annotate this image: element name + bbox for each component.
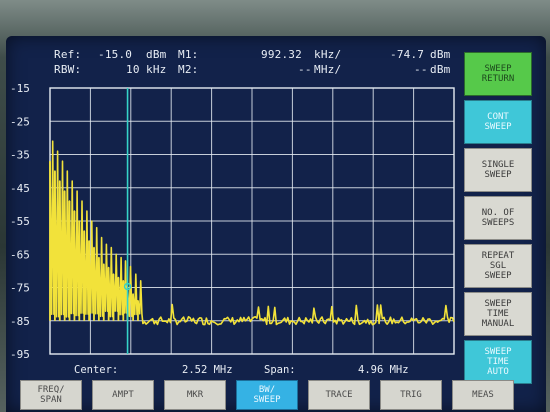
menu-key-freq-span[interactable]: FREQ/SPAN	[20, 380, 82, 410]
menu-key-label-line: TRIG	[400, 390, 422, 400]
y-tick-label: -85	[10, 315, 30, 328]
span-label: Span:	[264, 364, 296, 376]
menu-key-label-line: FREQ/	[37, 385, 65, 395]
softkey-cont-sweep[interactable]: CONT SWEEP	[464, 100, 532, 144]
center-value: 2.52 MHz	[182, 364, 233, 376]
menu-key-label-line: SWEEP	[253, 395, 281, 405]
softkey-label-line: REPEAT	[481, 251, 515, 261]
y-tick-label: -55	[10, 215, 30, 228]
softkey-label-line: SWEEP	[484, 299, 512, 309]
softkey-label-line: TIME	[487, 309, 509, 319]
y-tick-label: -75	[10, 282, 30, 295]
menu-key-label-line: TRACE	[325, 390, 353, 400]
menu-key-mkr[interactable]: MKR	[164, 380, 226, 410]
bottom-menu: FREQ/SPAN AMPT MKR BW/SWEEP TRACE TRIG MEAS	[20, 380, 536, 412]
softkey-label-line: SWEEP	[484, 64, 512, 74]
menu-key-label-line: SPAN	[40, 395, 62, 405]
softkey-label-line: SWEEPS	[481, 218, 515, 228]
y-tick-label: -45	[10, 182, 30, 195]
menu-key-trace[interactable]: TRACE	[308, 380, 370, 410]
softkey-repeat-sgl-sweep[interactable]: REPEAT SGL SWEEP	[464, 244, 532, 288]
menu-key-meas[interactable]: MEAS	[452, 380, 514, 410]
menu-key-trig[interactable]: TRIG	[380, 380, 442, 410]
softkey-label-line: SINGLE	[481, 160, 515, 170]
softkey-sweep-time-manual[interactable]: SWEEP TIME MANUAL	[464, 292, 532, 336]
y-tick-label: -65	[10, 248, 30, 261]
softkey-label-line: RETURN	[481, 74, 515, 84]
y-tick-label: -35	[10, 149, 30, 162]
y-tick-label: -95	[10, 348, 30, 361]
span-value: 4.96 MHz	[358, 364, 409, 376]
softkey-label-line: AUTO	[487, 367, 509, 377]
center-label: Center:	[74, 364, 119, 376]
softkey-sweep-time-auto[interactable]: SWEEP TIME AUTO	[464, 340, 532, 384]
softkey-label-line: MANUAL	[481, 319, 515, 329]
menu-key-ampt[interactable]: AMPT	[92, 380, 154, 410]
menu-key-label-line: AMPT	[112, 390, 134, 400]
y-tick-label: -15	[10, 82, 30, 95]
softkey-label-line: CONT	[487, 112, 509, 122]
softkey-label-line: SWEEP	[484, 122, 512, 132]
softkey-single-sweep[interactable]: SINGLE SWEEP	[464, 148, 532, 192]
menu-key-bw-sweep[interactable]: BW/SWEEP	[236, 380, 298, 410]
y-axis-labels: -15 -25 -35 -45 -55 -65 -75 -85 -95	[10, 82, 30, 361]
menu-key-label-line: MEAS	[472, 390, 494, 400]
softkey-label-line: SWEEP	[484, 347, 512, 357]
softkey-no-of-sweeps[interactable]: NO. OF SWEEPS	[464, 196, 532, 240]
softkey-label-line: SWEEP	[484, 170, 512, 180]
menu-key-label-line: MKR	[186, 390, 204, 400]
softkey-label-line: NO. OF	[481, 208, 515, 218]
softkey-sweep-return[interactable]: SWEEP RETURN	[464, 52, 532, 96]
softkey-label-line: TIME	[487, 357, 509, 367]
softkey-label-line: SGL	[489, 261, 507, 271]
y-tick-label: -25	[10, 115, 30, 128]
analyzer-screen: Ref: -15.0 dBm M1: 992.32 kHz/ -74.7 dBm…	[6, 36, 546, 412]
menu-key-label-line: BW/	[258, 385, 276, 395]
softkey-label-line: SWEEP	[484, 271, 512, 281]
